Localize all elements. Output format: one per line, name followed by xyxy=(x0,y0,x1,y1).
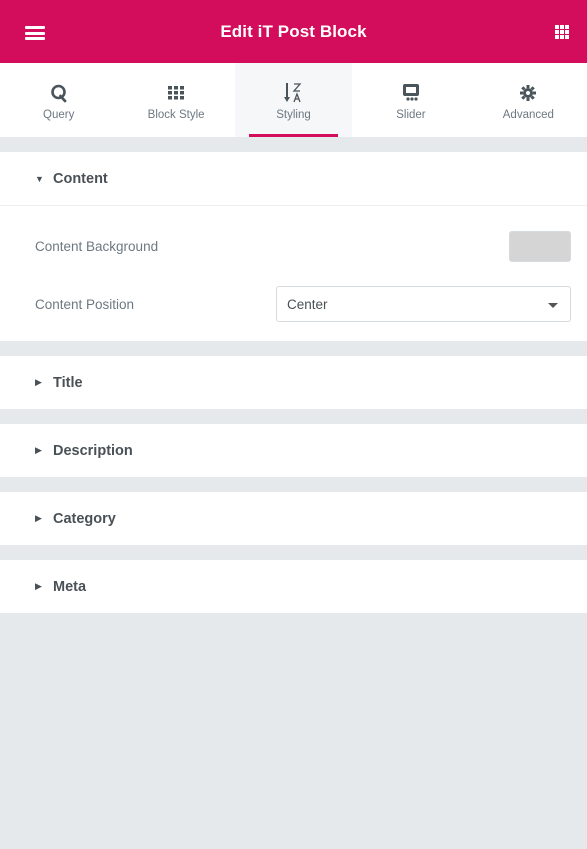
caret-right-icon: ▶ xyxy=(35,581,42,591)
content-position-control: Content Position Center xyxy=(0,281,587,341)
content-position-select[interactable]: Center xyxy=(276,286,571,322)
section-gap xyxy=(0,409,587,424)
section-description: ▶ Description xyxy=(0,424,587,477)
block-grid-icon xyxy=(168,83,185,103)
content-position-label: Content Position xyxy=(35,296,135,312)
section-content-title: Content xyxy=(53,170,108,187)
tab-slider-label: Slider xyxy=(396,109,426,121)
content-background-color-picker[interactable] xyxy=(509,231,571,262)
section-content: ▼ Content Content Background Content Pos… xyxy=(0,152,587,341)
content-position-value: Center xyxy=(287,296,328,312)
section-description-header[interactable]: ▶ Description xyxy=(0,424,587,477)
tab-advanced[interactable]: Advanced xyxy=(470,63,587,137)
editor-panel: Edit iT Post Block Query Block Style Sty… xyxy=(0,0,587,849)
tab-slider[interactable]: Slider xyxy=(352,63,469,137)
section-category-header[interactable]: ▶ Category xyxy=(0,492,587,545)
section-title: ▶ Title xyxy=(0,356,587,409)
section-gap xyxy=(0,137,587,152)
content-background-control: Content Background xyxy=(0,206,587,281)
panel-header: Edit iT Post Block xyxy=(0,0,587,63)
apps-grid-icon[interactable] xyxy=(555,25,569,39)
tab-block-style-label: Block Style xyxy=(147,109,205,121)
section-meta-header[interactable]: ▶ Meta xyxy=(0,560,587,613)
hamburger-icon[interactable] xyxy=(25,26,45,40)
tab-styling-label: Styling xyxy=(276,109,311,121)
tab-bar: Query Block Style Styling Slider Advance… xyxy=(0,63,587,137)
section-meta-title: Meta xyxy=(53,578,87,595)
section-category-title: Category xyxy=(53,510,116,527)
tab-styling[interactable]: Styling xyxy=(234,63,353,137)
tab-query-label: Query xyxy=(43,109,75,121)
caret-right-icon: ▶ xyxy=(35,445,42,455)
section-title-header[interactable]: ▶ Title xyxy=(0,356,587,409)
query-q-icon xyxy=(50,83,68,103)
section-gap xyxy=(0,341,587,356)
slider-icon xyxy=(402,83,420,103)
chevron-down-icon xyxy=(548,302,558,308)
section-gap xyxy=(0,545,587,560)
sort-z-a-icon xyxy=(283,83,304,103)
caret-right-icon: ▶ xyxy=(35,377,42,387)
section-gap xyxy=(0,477,587,492)
gear-icon xyxy=(520,83,537,103)
section-description-title: Description xyxy=(53,442,133,459)
tab-block-style[interactable]: Block Style xyxy=(117,63,234,137)
tab-advanced-label: Advanced xyxy=(502,109,554,121)
section-category: ▶ Category xyxy=(0,492,587,545)
panel-title: Edit iT Post Block xyxy=(220,21,367,41)
section-content-header[interactable]: ▼ Content xyxy=(0,152,587,206)
caret-down-icon: ▼ xyxy=(35,173,44,184)
section-meta: ▶ Meta xyxy=(0,560,587,613)
tab-query[interactable]: Query xyxy=(0,63,117,137)
content-background-label: Content Background xyxy=(35,239,159,254)
section-title-title: Title xyxy=(53,374,83,391)
caret-right-icon: ▶ xyxy=(35,513,42,523)
